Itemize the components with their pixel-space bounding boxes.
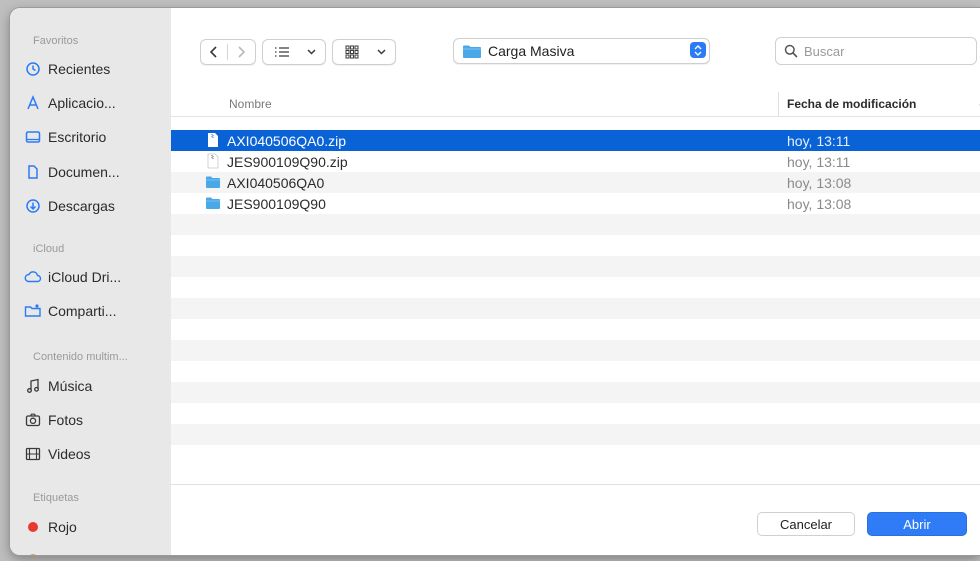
zip-file-icon xyxy=(208,133,218,147)
empty-row xyxy=(171,298,980,319)
cloud-icon xyxy=(24,268,42,286)
file-name: AXI040506QA0 xyxy=(227,175,325,191)
folder-icon xyxy=(206,176,220,188)
sidebar-item-label: Música xyxy=(48,378,93,394)
empty-row xyxy=(171,424,980,445)
file-name: AXI040506QA0.zip xyxy=(227,133,347,149)
empty-row xyxy=(171,382,980,403)
sidebar-item-shared[interactable]: Comparti... xyxy=(24,298,166,324)
file-name: JES900109Q90 xyxy=(227,196,326,212)
file-date: hoy, 13:08 xyxy=(787,196,852,212)
list-view-icon xyxy=(263,40,301,64)
folder-icon xyxy=(206,197,220,209)
sidebar-section-tags: Etiquetas xyxy=(33,492,79,504)
file-date: hoy, 13:08 xyxy=(787,175,852,191)
chevron-down-icon xyxy=(371,40,391,64)
sidebar-item-photos[interactable]: Fotos xyxy=(24,407,166,433)
file-date: hoy, 13:11 xyxy=(787,133,851,149)
column-divider[interactable] xyxy=(778,92,779,116)
column-name-header[interactable]: Nombre xyxy=(229,97,272,111)
location-popup[interactable]: Carga Masiva xyxy=(453,38,710,64)
updown-stepper-icon xyxy=(690,42,706,58)
red-tag-icon xyxy=(24,518,42,536)
file-name: JES900109Q90.zip xyxy=(227,154,348,170)
location-label: Carga Masiva xyxy=(488,43,575,59)
sidebar-item-videos[interactable]: Videos xyxy=(24,441,166,467)
sidebar-item-music[interactable]: Música xyxy=(24,373,166,399)
sidebar-item-icloud-drive[interactable]: iCloud Dri... xyxy=(24,264,166,290)
document-icon xyxy=(24,163,42,181)
toolbar: Carga Masiva xyxy=(171,8,980,98)
camera-icon xyxy=(24,411,42,429)
open-button[interactable]: Abrir xyxy=(867,512,967,536)
sidebar-item-label: Recientes xyxy=(48,61,111,77)
grid-view-button[interactable] xyxy=(332,39,396,65)
sidebar-item-tag-orange-partial[interactable] xyxy=(24,546,166,555)
empty-row xyxy=(171,340,980,361)
sidebar-item-label: Rojo xyxy=(48,519,77,535)
empty-row xyxy=(171,214,980,235)
empty-row xyxy=(171,403,980,424)
sidebar-item-label: Videos xyxy=(48,446,91,462)
empty-row xyxy=(171,361,980,382)
sidebar-item-label: Aplicacio... xyxy=(48,95,116,111)
downloads-icon xyxy=(24,197,42,215)
film-icon xyxy=(24,445,42,463)
column-date-header[interactable]: Fecha de modificación xyxy=(787,97,916,111)
search-icon xyxy=(784,44,798,58)
applications-icon xyxy=(24,94,42,112)
sidebar-item-label: Comparti... xyxy=(48,303,117,319)
sidebar-item-label: Fotos xyxy=(48,412,84,428)
search-field[interactable] xyxy=(775,37,977,65)
desktop-icon xyxy=(24,128,42,146)
sidebar-item-recents[interactable]: Recientes xyxy=(24,56,166,82)
sidebar-item-documents[interactable]: Documen... xyxy=(24,159,166,185)
file-list: AXI040506QA0.zip hoy, 13:11 JES900109Q90… xyxy=(171,130,980,466)
sidebar-item-applications[interactable]: Aplicacio... xyxy=(24,90,166,116)
list-item[interactable]: AXI040506QA0.zip hoy, 13:11 xyxy=(171,130,980,151)
sidebar-item-label: Escritorio xyxy=(48,129,107,145)
sidebar-item-label: iCloud Dri... xyxy=(48,269,122,285)
list-item[interactable]: JES900109Q90.zip hoy, 13:11 xyxy=(171,151,980,172)
grid-view-icon xyxy=(333,40,371,64)
sidebar-item-label: Documen... xyxy=(48,164,120,180)
search-input[interactable] xyxy=(802,42,956,60)
back-button[interactable] xyxy=(201,40,227,64)
list-item[interactable]: AXI040506QA0 hoy, 13:08 xyxy=(171,172,980,193)
chevron-right-icon xyxy=(238,46,246,58)
cancel-button[interactable]: Cancelar xyxy=(757,512,855,536)
sidebar-section-favorites: Favoritos xyxy=(33,35,79,47)
sidebar-item-tag-red[interactable]: Rojo xyxy=(24,514,166,540)
sidebar-item-label: Descargas xyxy=(48,198,115,214)
list-view-button[interactable] xyxy=(262,39,326,65)
open-file-dialog: Favoritos Recientes Aplicacio... Escrito… xyxy=(10,8,980,555)
empty-row xyxy=(171,235,980,256)
chevron-left-icon xyxy=(209,46,217,58)
main-pane: Carga Masiva Nombre Fecha de modificació… xyxy=(171,8,980,555)
sidebar-section-icloud: iCloud xyxy=(33,243,65,255)
sidebar-item-downloads[interactable]: Descargas xyxy=(24,193,166,219)
empty-row xyxy=(171,277,980,298)
folder-icon xyxy=(463,45,481,58)
empty-row xyxy=(171,445,980,466)
empty-row xyxy=(171,319,980,340)
orange-tag-icon xyxy=(24,550,42,555)
sidebar-item-desktop[interactable]: Escritorio xyxy=(24,124,166,150)
zip-file-icon xyxy=(207,153,219,169)
forward-button[interactable] xyxy=(228,40,254,64)
column-header: Nombre Fecha de modificación ⌄ xyxy=(171,92,980,117)
sidebar-section-media: Contenido multim... xyxy=(33,351,128,363)
music-icon xyxy=(24,377,42,395)
clock-icon xyxy=(24,60,42,78)
dialog-footer: Cancelar Abrir xyxy=(171,484,980,555)
nav-back-forward xyxy=(200,39,256,65)
shared-folder-icon xyxy=(24,302,42,320)
chevron-down-icon xyxy=(301,40,321,64)
file-date: hoy, 13:11 xyxy=(787,154,851,170)
list-item[interactable]: JES900109Q90 hoy, 13:08 xyxy=(171,193,980,214)
sidebar: Favoritos Recientes Aplicacio... Escrito… xyxy=(10,8,172,555)
empty-row xyxy=(171,256,980,277)
